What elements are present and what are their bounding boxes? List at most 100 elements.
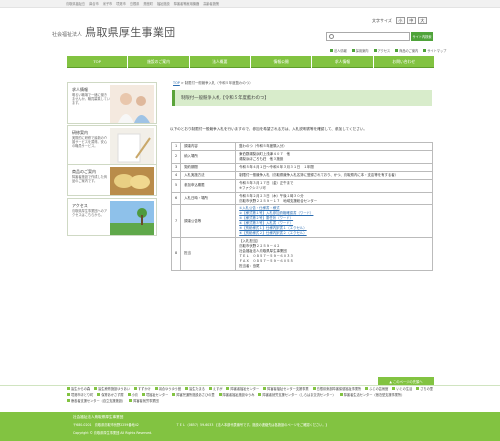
footer-link[interactable]: いとの生活 bbox=[392, 387, 412, 392]
footer-link[interactable]: 障害児通所施設あさひの里 bbox=[172, 393, 214, 398]
bid-info-table: 1 調達内容 藍わのつ（令和５年度購入分） 2 納入場所 東伯郡湯梨浜町上浅津４０７ 他湯… bbox=[170, 142, 433, 271]
row-key: 契約期間 bbox=[180, 162, 237, 172]
value-line: 制限付一般競争入札（鳥取県競争入札名簿に登録されており、かつ、鳥取県内に本・支店… bbox=[239, 172, 399, 177]
nav-about[interactable]: 法人概要 bbox=[189, 56, 250, 68]
site-logo[interactable]: 社会福祉法人 鳥取県厚生事業団 bbox=[52, 24, 175, 40]
footer-link[interactable]: 皆生療育施設ゆうあい bbox=[94, 387, 130, 392]
footer-link[interactable]: 障害者就労支援センター（しらはま交流センター） bbox=[258, 393, 335, 398]
top-link[interactable]: 鳥取県福祉島 bbox=[66, 1, 85, 6]
top-link[interactable]: 米子市 bbox=[103, 1, 113, 6]
footer-link[interactable]: 羽合ゆうゆう館 bbox=[155, 387, 181, 392]
value-line: 令和５年４月１日～令和６年３月３１日 １年間 bbox=[239, 164, 314, 169]
value-line: 担当者：島尾 bbox=[239, 263, 260, 268]
footer-link[interactable]: 島根県東部障害保健福祉事業所 bbox=[313, 387, 362, 392]
document-link[interactable]: ⑥【別紙様式２】仕様内訳書２（エクセル） bbox=[239, 231, 429, 236]
row-number: 4 bbox=[170, 170, 182, 180]
caregiver-photo bbox=[110, 85, 154, 123]
sidebar-banner-recruit[interactable]: 求人情報 明るい職場で一緒に働きませんか。職員募集しています。 bbox=[67, 82, 157, 124]
table-row: 2 納入場所 東伯郡湯梨浜町上浅津４０７ 他湯梨浜ほごろも荘 他３施設 bbox=[170, 149, 433, 164]
row-number: 8 bbox=[170, 237, 182, 271]
header-link-corporate[interactable]: 法人情報 bbox=[330, 48, 347, 53]
sidebar-banner-training[interactable]: 研修案内 実際的に研修で最新の介護サービスを習得。安心の職員サービス。 bbox=[67, 125, 157, 166]
row-key: 調達公告等 bbox=[180, 204, 237, 239]
font-large-button[interactable]: 大 bbox=[417, 17, 427, 24]
footer-link[interactable]: 小鳥 bbox=[128, 393, 138, 398]
header-link-products[interactable]: 商品のご案内 bbox=[395, 48, 418, 53]
row-key: 入札実施方法 bbox=[180, 170, 237, 180]
footer-link[interactable]: すずかけ bbox=[134, 387, 151, 392]
sidebar-banner-access[interactable]: アクセス 鳥取県厚生事業団へのアクセスはこちらから。 bbox=[67, 198, 157, 236]
table-row: 6 入札日時・場所 令和５年２月２３日（木）午後１時３０分 鳥取市伏野２２５９－１７ … bbox=[170, 191, 433, 206]
top-link[interactable]: 境港市 bbox=[116, 1, 126, 6]
header-link-recruit[interactable]: 採用案内 bbox=[352, 48, 369, 53]
footer-link[interactable]: 療養者支援センター（自立支援施設） bbox=[67, 399, 125, 404]
nav-contact[interactable]: お問い合わせ bbox=[373, 56, 434, 68]
top-link[interactable]: 福祉施設 bbox=[157, 1, 170, 6]
banner-desc: 障害者施設で作成した商品のご案内です。 bbox=[72, 175, 108, 184]
page-title: 制限付一般競争入札【令和５年度藍わのつ】 bbox=[172, 90, 432, 106]
back-to-top-button[interactable]: ▲ このページの先頭へ bbox=[378, 377, 434, 385]
row-value: 藍わのつ（令和５年度購入分） bbox=[235, 142, 433, 151]
table-row: 8 担当 【入札担当】 鳥取市伏野２２５９－４２ 社会福祉法人鳥取県厚生事業団 ＴＥＬ ０… bbox=[170, 237, 433, 271]
site-header: 社会福祉法人 鳥取県厚生事業団 文字サイズ 小 中 大 サイト内検索 法人情報 … bbox=[0, 8, 500, 54]
top-link[interactable]: 斎館町 bbox=[143, 1, 153, 6]
footer-links: 皆生からの森 皆生療育施設ゆうあい すずかけ 羽合ゆうゆう館 皆生たまる えすが 障害者福祉… bbox=[67, 387, 434, 404]
footer-link[interactable]: 保育あかさず屋 bbox=[97, 393, 123, 398]
breadcrumb-home[interactable]: TOP bbox=[173, 81, 180, 85]
footer-link[interactable]: 障害者福祉センター支援事業 bbox=[263, 387, 308, 392]
top-link[interactable]: 島根県 bbox=[130, 1, 140, 6]
top-link[interactable]: 障害者等雇用機器 bbox=[174, 1, 200, 6]
search-input[interactable] bbox=[326, 32, 410, 41]
search-icon bbox=[329, 34, 334, 39]
value-line: 藍わのつ（令和５年度購入分） bbox=[239, 144, 287, 148]
footer-link[interactable]: ふじの芸術館 bbox=[365, 387, 388, 392]
row-number: 3 bbox=[170, 162, 182, 172]
top-strip: 鳥取県福祉島 鼻合市 米子市 境港市 島根県 斎館町 福祉施設 障害者等雇用機器… bbox=[0, 0, 500, 8]
footer-tel: ＴＥＬ（0857）59-6033 【法人本部代表番号です。施設の連絡先は各施設の… bbox=[176, 423, 329, 427]
footer-link[interactable]: 皆生たまる bbox=[185, 387, 205, 392]
footer-divider bbox=[0, 385, 500, 386]
document-photo bbox=[110, 128, 154, 166]
row-number: 7 bbox=[170, 204, 182, 239]
value-line: 鳥取市伏野２２５９－１７ 地域支援総合センター bbox=[239, 198, 318, 203]
sidebar-banner-products[interactable]: 商品のご案内 障害者施設で作成した商品のご案内です。 bbox=[67, 164, 157, 196]
footer-copyright: Copyright © 鳥取県厚生事業団 All Rights Reserved… bbox=[73, 431, 153, 435]
footer-link[interactable]: 皆生からの森 bbox=[67, 387, 90, 392]
footer-link[interactable]: 障害者福祉センター bbox=[226, 387, 259, 392]
nav-recruit[interactable]: 求人情報 bbox=[312, 56, 373, 68]
global-nav: TOP 施設のご案内 法人概要 情報公開 求人情報 お問い合わせ bbox=[67, 56, 434, 68]
top-link[interactable]: 高齢者施策 bbox=[203, 1, 219, 6]
footer-link[interactable]: 障害者生活センター（宿泊型支援事業所） bbox=[340, 393, 405, 398]
top-link[interactable]: 鼻合市 bbox=[89, 1, 99, 6]
footer-address: 〒680-0201 鳥取県鳥取市伏野2259番地42 bbox=[73, 423, 139, 427]
logo-name: 鳥取県厚生事業団 bbox=[85, 26, 176, 39]
banner-desc: 明るい職場で一緒に働きませんか。職員募集しています。 bbox=[72, 93, 110, 106]
footer-link[interactable]: 障害者福祉施設ゆうみ bbox=[219, 393, 255, 398]
nav-disclosure[interactable]: 情報公開 bbox=[250, 56, 312, 68]
nav-top[interactable]: TOP bbox=[67, 56, 128, 68]
header-link-access[interactable]: アクセス bbox=[374, 48, 391, 53]
footer-link[interactable]: えすが bbox=[209, 387, 223, 392]
footer-link[interactable]: さちの里 bbox=[416, 387, 433, 392]
bread-photo bbox=[110, 167, 154, 195]
row-value: ①入札公告・仕様書・様式 ②【様式第１号】入札参加資格確認書（ワード） ③【様式第２… bbox=[235, 204, 433, 239]
row-key: 担当 bbox=[180, 237, 237, 271]
footer-link[interactable]: 障害者就労事業団 bbox=[129, 399, 159, 404]
nav-facilities[interactable]: 施設のご案内 bbox=[128, 56, 189, 68]
table-row: 5 参加申込期限 令和５年３月１７日（金）正午まで ※ファクシミリ可 bbox=[170, 178, 433, 193]
logo-org: 社会福祉法人 bbox=[52, 32, 83, 38]
footer-link[interactable]: 境福祉センター bbox=[142, 393, 168, 398]
breadcrumb: TOP > 制限付一般競争入札（令和５年度藍わのつ） bbox=[173, 80, 253, 85]
row-number: 5 bbox=[170, 178, 182, 193]
row-value: 令和５年２月２３日（木）午後１時３０分 鳥取市伏野２２５９－１７ 地域支援総合セン… bbox=[235, 191, 433, 206]
row-value: 制限付一般競争入札（鳥取県競争入札名簿に登録されており、かつ、鳥取県内に本・支店… bbox=[235, 170, 433, 180]
row-key: 入札日時・場所 bbox=[180, 191, 237, 206]
footer-link[interactable]: 境港市ほとり町 bbox=[67, 393, 93, 398]
header-link-sitemap[interactable]: サイトマップ bbox=[423, 48, 446, 53]
row-value: 【入札担当】 鳥取市伏野２２５９－４２ 社会福祉法人鳥取県厚生事業団 ＴＥＬ ０８５７… bbox=[235, 237, 433, 271]
search-button[interactable]: サイト内検索 bbox=[411, 32, 433, 41]
font-medium-button[interactable]: 中 bbox=[406, 17, 416, 24]
row-key: 調達内容 bbox=[180, 142, 237, 151]
font-size-label: 文字サイズ bbox=[372, 17, 392, 23]
font-small-button[interactable]: 小 bbox=[395, 17, 405, 24]
